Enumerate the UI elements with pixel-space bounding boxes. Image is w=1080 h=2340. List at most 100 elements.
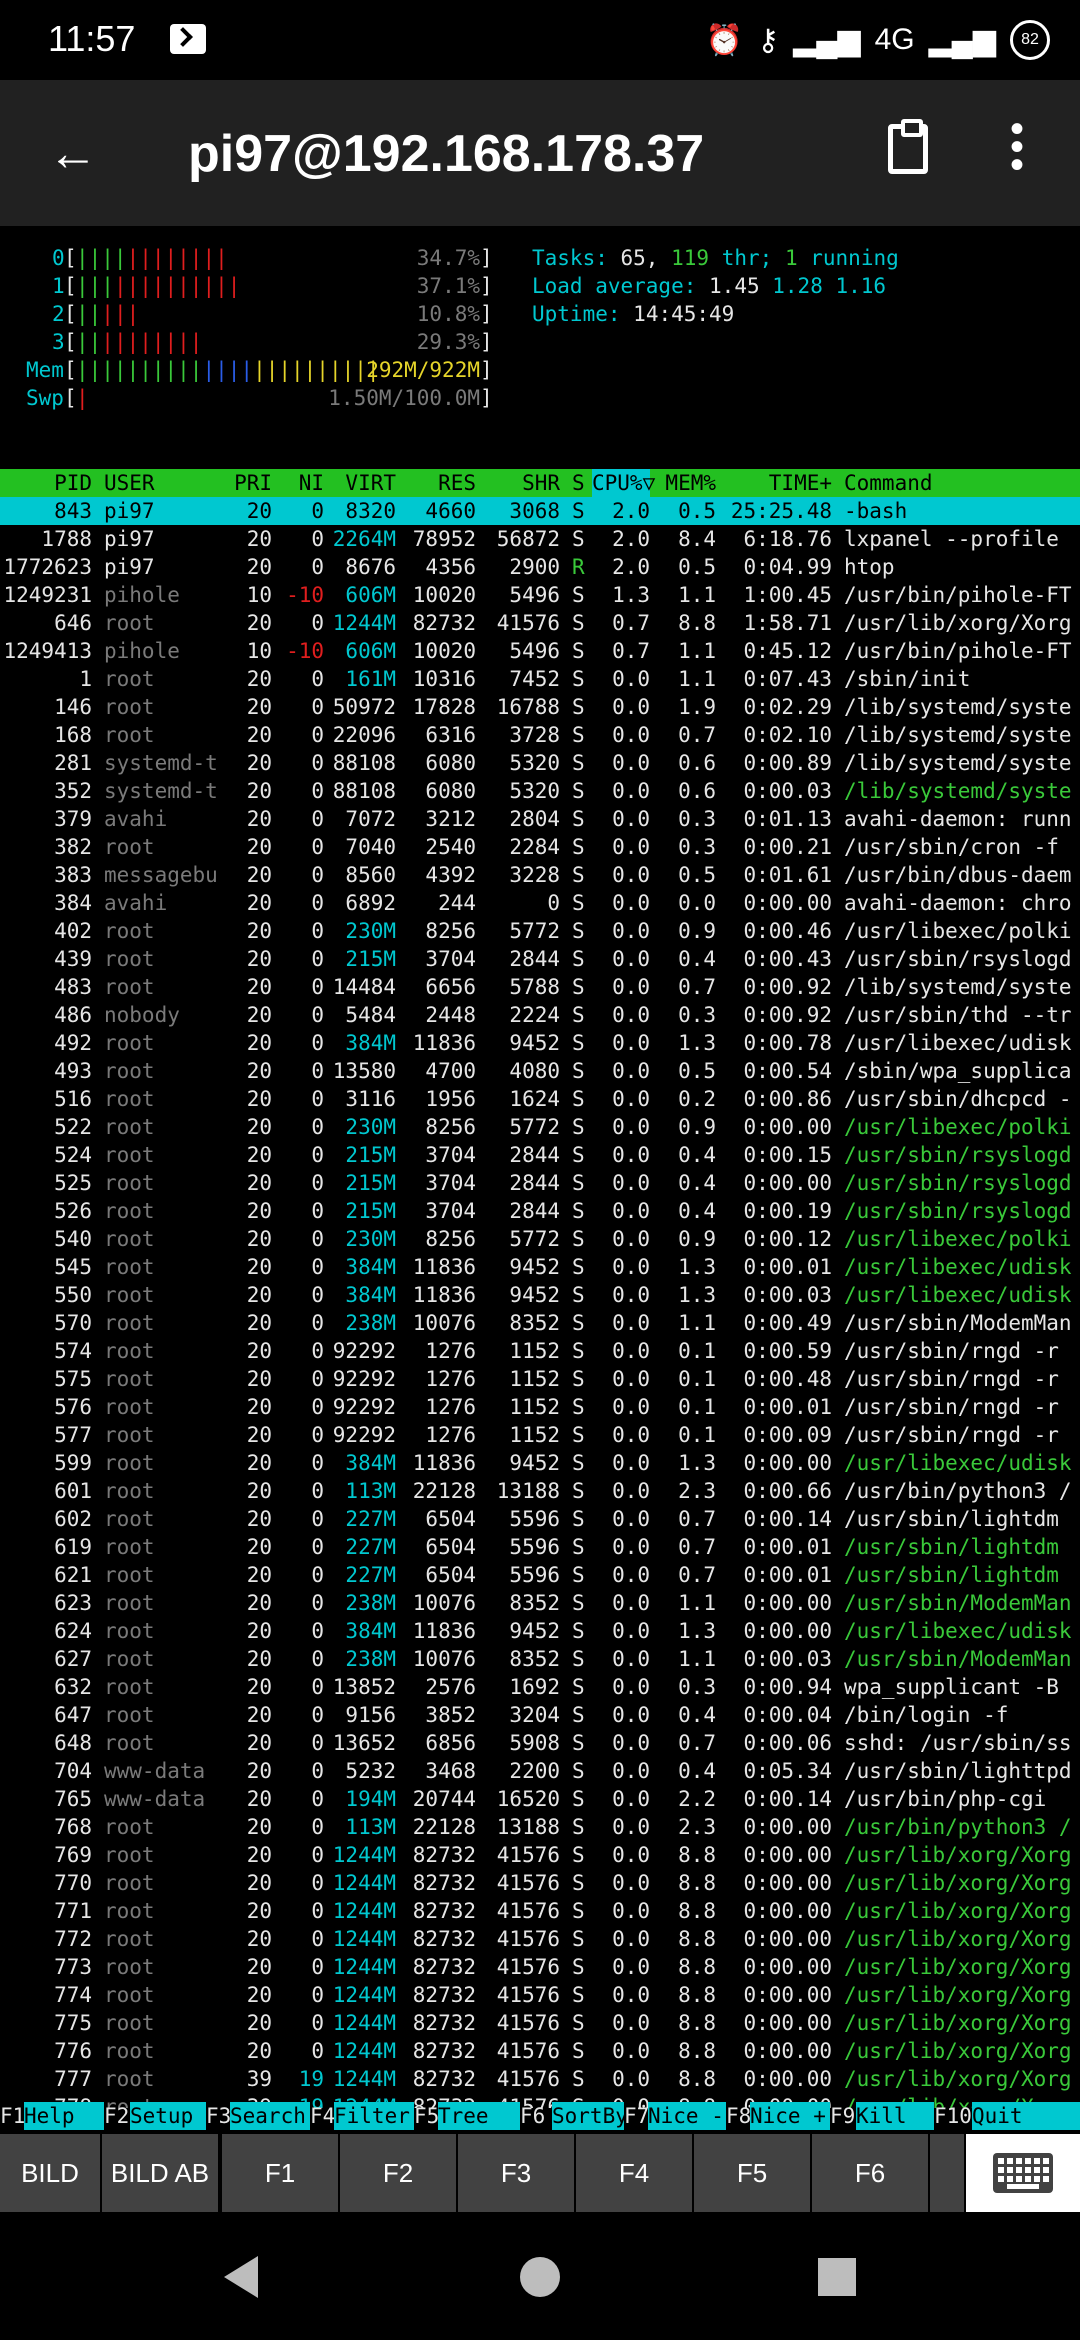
nav-recents-icon[interactable] — [812, 2252, 862, 2302]
table-row[interactable]: 483 root 20 0 14484 6656 5788 S 0.0 0.7 0:00.92/li… — [0, 973, 1080, 1001]
nav-back-icon[interactable] — [218, 2252, 268, 2302]
table-row[interactable]: 379 avahi 20 0 7072 3212 2804 S 0.0 0.3 0:01.13 ava… — [0, 805, 1080, 833]
table-row[interactable]: 624 root 20 0 384M 11836 9452 S 0.0 1.3 0:00.00/us… — [0, 1617, 1080, 1645]
table-row[interactable]: 601 root 20 0 113M 22128 13188 S 0.0 2.3 0:00.66/u… — [0, 1477, 1080, 1505]
extra-key[interactable]: BILD AB — [102, 2134, 218, 2212]
table-row[interactable]: 1 root 20 0 161M 10316 7452 S 0.0 1.1 0:07.43/sbin… — [0, 665, 1080, 693]
function-key-f5[interactable]: F5 — [414, 2102, 439, 2130]
table-row[interactable]: 648 root 20 0 13652 6856 5908 S 0.0 0.7 0:00.06 ssh… — [0, 1729, 1080, 1757]
table-row[interactable]: 525 root 20 0 215M 3704 2844 S 0.0 0.4 0:00.00/usr… — [0, 1169, 1080, 1197]
table-row[interactable]: 768 root 20 0 113M 22128 13188 S 0.0 2.3 0:00.00/u… — [0, 1813, 1080, 1841]
table-row[interactable]: 599 root 20 0 384M 11836 9452 S 0.0 1.3 0:00.00/us… — [0, 1449, 1080, 1477]
function-key-label[interactable]: Setup — [130, 2102, 206, 2130]
table-row[interactable]: 843 pi97 20 0 8320 4660 3068 S 2.0 0.5 25:25.48 -ba… — [0, 497, 1080, 525]
table-row[interactable]: 545 root 20 0 384M 11836 9452 S 0.0 1.3 0:00.01/us… — [0, 1253, 1080, 1281]
table-row[interactable]: 646 root 20 0 1244M 82732 41576 S 0.7 8.8 1:58.71 /… — [0, 609, 1080, 637]
function-key-f1[interactable]: F1 — [0, 2102, 25, 2130]
function-key-f9[interactable]: F9 — [830, 2102, 855, 2130]
column-header[interactable]: SHR — [476, 469, 560, 497]
table-row[interactable]: 704 www-data 20 0 5232 3468 2200 S 0.0 0.4 0:05.34… — [0, 1757, 1080, 1785]
nav-home-icon[interactable] — [515, 2252, 565, 2302]
table-row[interactable]: 619 root 20 0 227M 6504 5596 S 0.0 0.7 0:00.01/usr… — [0, 1533, 1080, 1561]
table-row[interactable]: 402 root 20 0 230M 8256 5772 S 0.0 0.9 0:00.46/usr… — [0, 917, 1080, 945]
column-header[interactable]: Command — [844, 469, 1080, 497]
function-key-label[interactable]: Kill — [856, 2102, 934, 2130]
table-row[interactable]: 146 root 20 0 50972 17828 16788 S 0.0 1.9 0:02.29 /… — [0, 693, 1080, 721]
table-row[interactable]: 1249231 pihole 10 -10 606M 10020 5496 S 1.3 1.1 1:… — [0, 581, 1080, 609]
column-header[interactable]: TIME+ — [716, 469, 832, 497]
table-row[interactable]: 647 root 20 0 9156 3852 3204 S 0.0 0.4 0:00.04/bin… — [0, 1701, 1080, 1729]
function-key-label[interactable]: Nice + — [750, 2102, 830, 2130]
function-key-label[interactable]: Quit — [972, 2102, 1080, 2130]
table-row[interactable]: 383 messagebu 20 0 8560 4392 3228 S 0.0 0.5 0:01.6… — [0, 861, 1080, 889]
table-row[interactable]: 777 root 39 19 1244M 82732 41576 S 0.0 8.8 0:00.00… — [0, 2065, 1080, 2093]
table-row[interactable]: 602 root 20 0 227M 6504 5596 S 0.0 0.7 0:00.14/usr… — [0, 1505, 1080, 1533]
function-key-f2[interactable]: F2 — [104, 2102, 129, 2130]
function-key-f6[interactable]: F6 — [520, 2102, 545, 2130]
column-header[interactable]: RES — [396, 469, 476, 497]
column-header[interactable]: PRI — [222, 469, 272, 497]
function-key-label[interactable]: Nice - — [648, 2102, 726, 2130]
table-row[interactable]: 493 root 20 0 13580 4700 4080 S 0.0 0.5 0:00.54/sb… — [0, 1057, 1080, 1085]
table-row[interactable]: 382 root 20 0 7040 2540 2284 S 0.0 0.3 0:00.21/usr… — [0, 833, 1080, 861]
table-row[interactable]: 352 systemd-t 20 0 88108 6080 5320 S 0.0 0.6 0:00.… — [0, 777, 1080, 805]
column-header[interactable]: PID — [0, 469, 92, 497]
table-row[interactable]: 524 root 20 0 215M 3704 2844 S 0.0 0.4 0:00.15/usr… — [0, 1141, 1080, 1169]
keyboard-toggle[interactable] — [966, 2134, 1080, 2212]
table-row[interactable]: 550 root 20 0 384M 11836 9452 S 0.0 1.3 0:00.03/us… — [0, 1281, 1080, 1309]
table-row[interactable]: 776 root 20 0 1244M 82732 41576 S 0.0 8.8 0:00.00 /… — [0, 2037, 1080, 2065]
extra-key[interactable]: F3 — [458, 2134, 574, 2212]
column-header[interactable]: CPU%▽ — [592, 469, 655, 497]
column-header[interactable]: USER — [104, 469, 222, 497]
function-key-label[interactable]: Help — [24, 2102, 104, 2130]
table-row[interactable]: 632 root 20 0 13852 2576 1692 S 0.0 0.3 0:00.94 wpa… — [0, 1673, 1080, 1701]
function-key-f8[interactable]: F8 — [726, 2102, 751, 2130]
function-key-f7[interactable]: F7 — [624, 2102, 649, 2130]
function-key-label[interactable]: Search — [230, 2102, 310, 2130]
table-row[interactable]: 168 root 20 0 22096 6316 3728 S 0.0 0.7 0:02.10/li… — [0, 721, 1080, 749]
table-row[interactable]: 577 root 20 0 92292 1276 1152 S 0.0 0.1 0:00.09/us… — [0, 1421, 1080, 1449]
table-row[interactable]: 574 root 20 0 92292 1276 1152 S 0.0 0.1 0:00.59/us… — [0, 1337, 1080, 1365]
table-row[interactable]: 769 root 20 0 1244M 82732 41576 S 0.0 8.8 0:00.00 /… — [0, 1841, 1080, 1869]
table-row[interactable]: 281 systemd-t 20 0 88108 6080 5320 S 0.0 0.6 0:00.… — [0, 749, 1080, 777]
table-row[interactable]: 773 root 20 0 1244M 82732 41576 S 0.0 8.8 0:00.00 /… — [0, 1953, 1080, 1981]
clipboard-icon[interactable] — [888, 119, 928, 174]
function-key-f3[interactable]: F3 — [206, 2102, 231, 2130]
column-header[interactable]: MEM% — [650, 469, 716, 497]
table-row[interactable]: 774 root 20 0 1244M 82732 41576 S 0.0 8.8 0:00.00 /… — [0, 1981, 1080, 2009]
table-row[interactable]: 770 root 20 0 1244M 82732 41576 S 0.0 8.8 0:00.00 /… — [0, 1869, 1080, 1897]
function-key-label[interactable]: SortBy — [552, 2102, 628, 2130]
table-row[interactable]: 621 root 20 0 227M 6504 5596 S 0.0 0.7 0:00.01/usr… — [0, 1561, 1080, 1589]
column-header[interactable]: NI — [272, 469, 324, 497]
more-options-icon[interactable]: • • • — [1010, 109, 1024, 185]
extra-key[interactable]: F2 — [340, 2134, 456, 2212]
table-row[interactable]: 540 root 20 0 230M 8256 5772 S 0.0 0.9 0:00.12/usr… — [0, 1225, 1080, 1253]
table-row[interactable]: 384 avahi 20 0 6892 244 0 S 0.0 0.0 0:00.00 avahi-d… — [0, 889, 1080, 917]
terminal-screen[interactable]: 0[|||| |||||||| 34.7%] 1[||| |||||||||| 37.1%… — [0, 230, 1080, 2108]
table-row[interactable]: 1788 pi97 20 0 2264M 78952 56872 S 2.0 8.4 6:18.76… — [0, 525, 1080, 553]
table-row[interactable]: 1772623 pi97 20 0 8676 4356 2900 R 2.0 0.5 0:04.99… — [0, 553, 1080, 581]
table-row[interactable]: 765 www-data 20 0 194M 20744 16520 S 0.0 2.2 0:00.… — [0, 1785, 1080, 1813]
table-row[interactable]: 492 root 20 0 384M 11836 9452 S 0.0 1.3 0:00.78/us… — [0, 1029, 1080, 1057]
back-arrow-icon[interactable]: ← — [48, 128, 98, 178]
table-row[interactable]: 623 root 20 0 238M 10076 8352 S 0.0 1.1 0:00.00/us… — [0, 1589, 1080, 1617]
column-header[interactable]: VIRT — [324, 469, 396, 497]
function-key-label[interactable]: Filter — [334, 2102, 414, 2130]
table-row[interactable]: 575 root 20 0 92292 1276 1152 S 0.0 0.1 0:00.48/us… — [0, 1365, 1080, 1393]
table-row[interactable]: 486 nobody 20 0 5484 2448 2224 S 0.0 0.3 0:00.92/u… — [0, 1001, 1080, 1029]
table-row[interactable]: 570 root 20 0 238M 10076 8352 S 0.0 1.1 0:00.49/us… — [0, 1309, 1080, 1337]
table-row[interactable]: 775 root 20 0 1244M 82732 41576 S 0.0 8.8 0:00.00 /… — [0, 2009, 1080, 2037]
table-row[interactable]: 516 root 20 0 3116 1956 1624 S 0.0 0.2 0:00.86/usr… — [0, 1085, 1080, 1113]
function-key-f4[interactable]: F4 — [310, 2102, 335, 2130]
table-row[interactable]: 439 root 20 0 215M 3704 2844 S 0.0 0.4 0:00.43/usr… — [0, 945, 1080, 973]
table-row[interactable]: 522 root 20 0 230M 8256 5772 S 0.0 0.9 0:00.00/usr… — [0, 1113, 1080, 1141]
extra-key[interactable]: F1 — [222, 2134, 338, 2212]
table-row[interactable]: 1249413 pihole 10 -10 606M 10020 5496 S 0.7 1.1 0:… — [0, 637, 1080, 665]
function-key-f10[interactable]: F10 — [934, 2102, 972, 2130]
function-key-label[interactable]: Tree — [438, 2102, 520, 2130]
table-row[interactable]: 526 root 20 0 215M 3704 2844 S 0.0 0.4 0:00.19/usr… — [0, 1197, 1080, 1225]
extra-key[interactable]: BILD AUF — [0, 2134, 100, 2266]
table-row[interactable]: 771 root 20 0 1244M 82732 41576 S 0.0 8.8 0:00.00 /… — [0, 1897, 1080, 1925]
table-row[interactable]: 627 root 20 0 238M 10076 8352 S 0.0 1.1 0:00.03/us… — [0, 1645, 1080, 1673]
table-row[interactable]: 576 root 20 0 92292 1276 1152 S 0.0 0.1 0:00.01/us… — [0, 1393, 1080, 1421]
